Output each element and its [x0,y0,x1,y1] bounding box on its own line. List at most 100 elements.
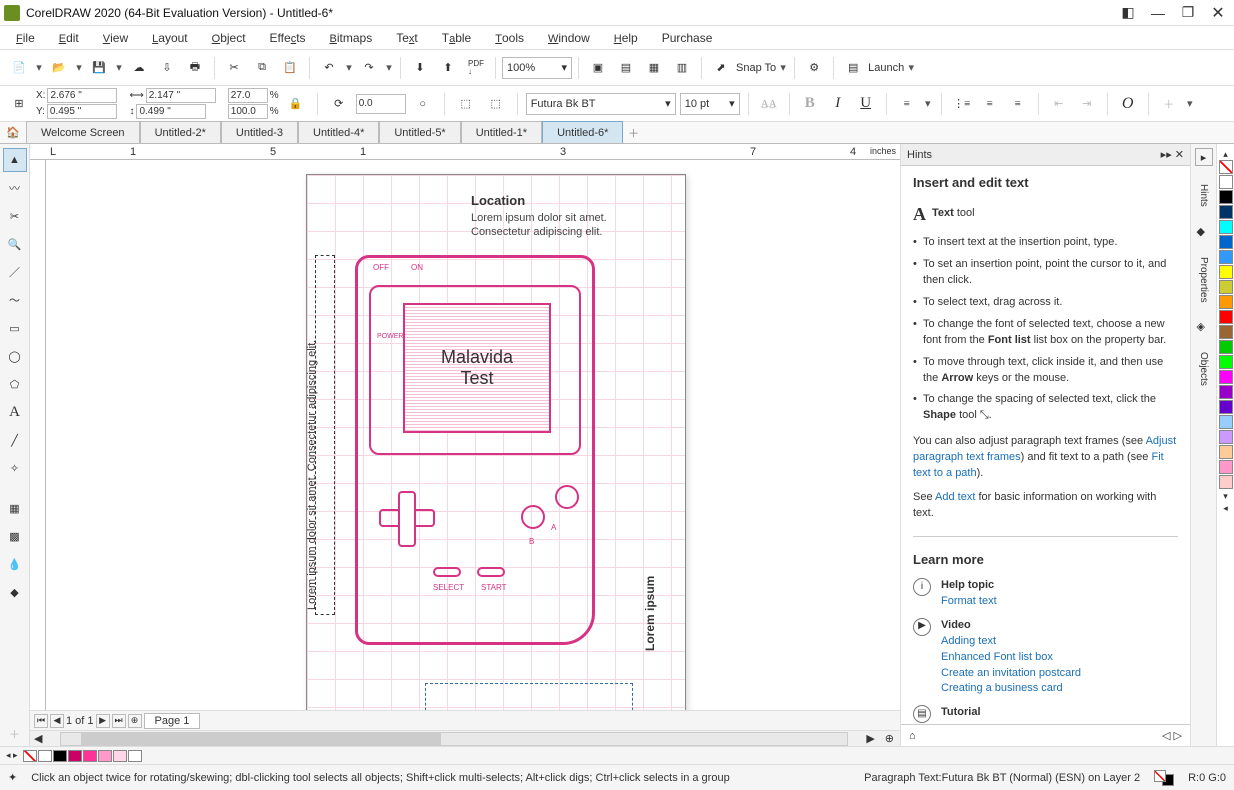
hints-back[interactable]: ◁ [1162,730,1170,742]
opentype-icon[interactable]: O [1116,92,1140,116]
page-last[interactable]: ⏭ [112,714,126,728]
tab-untitled-3[interactable]: Untitled-3 [221,121,298,143]
guides-icon[interactable]: ▥ [669,55,695,81]
outdent-icon[interactable]: ⇤ [1047,92,1071,116]
paste-icon[interactable]: 📋 [277,55,303,81]
cloud-up-icon[interactable]: ☁ [126,55,152,81]
bold-button[interactable]: B [798,92,822,116]
link-video-2[interactable]: Enhanced Font list box [941,651,1053,663]
swatch-17[interactable] [1219,430,1233,444]
effects-tool[interactable]: ✧ [3,456,27,480]
font-size-select[interactable]: 10 pt▾ [680,93,740,115]
palette-down[interactable]: ▾ [1219,490,1233,502]
menu-purchase[interactable]: Purchase [650,29,725,47]
swatch-5[interactable] [1219,250,1233,264]
launch-dd[interactable]: ▾ [906,61,916,74]
page-next[interactable]: ▶ [96,714,110,728]
h-scrollbar[interactable]: ◀ ▶ ⊕ [30,730,900,746]
open-dd[interactable]: ▾ [74,61,84,74]
page-first[interactable]: ⏮ [34,714,48,728]
save-dd[interactable]: ▾ [114,61,124,74]
doc-pal-left[interactable]: ◂ ▸ [6,750,18,761]
menu-text[interactable]: Text [384,29,430,47]
swatch-15[interactable] [1219,400,1233,414]
doc-swatch-2[interactable] [68,750,82,762]
page-add[interactable]: ⊕ [128,714,142,728]
plus-icon[interactable]: ＋ [1157,92,1181,116]
shape-tool[interactable]: 〰 [3,176,27,200]
swatch-10[interactable] [1219,325,1233,339]
swatch-19[interactable] [1219,460,1233,474]
indent-right-icon[interactable]: ⬚ [483,91,509,117]
launch-label[interactable]: Launch [868,62,904,74]
link-format-text[interactable]: Format text [941,595,997,607]
redo-dd[interactable]: ▾ [384,61,394,74]
tab-untitled-5[interactable]: Untitled-5* [379,121,460,143]
menu-object[interactable]: Object [200,29,258,47]
ruler-vertical[interactable] [30,160,46,710]
account-icon[interactable]: ◧ [1116,4,1140,22]
zoom-tool[interactable]: 🔍 [3,232,27,256]
freehand-tool[interactable]: ／ [3,260,27,284]
drawing-canvas[interactable]: Location Lorem ipsum dolor sit amet. Con… [46,160,900,710]
palette-up[interactable]: ▴ [1219,148,1233,160]
cloud-down-icon[interactable]: ⇩ [154,55,180,81]
dock-hints[interactable]: Hints [1196,180,1211,211]
selected-text-frame[interactable] [425,683,633,710]
menu-tools[interactable]: Tools [483,29,536,47]
swatch-4[interactable] [1219,235,1233,249]
new-icon[interactable]: 📄 [6,55,32,81]
polygon-tool[interactable]: ⬠ [3,372,27,396]
menu-file[interactable]: File [4,29,47,47]
x-input[interactable] [47,88,117,103]
swatch-6[interactable] [1219,265,1233,279]
hints-header[interactable]: Hints ▸▸ ✕ [901,144,1190,166]
print-icon[interactable]: 🖶 [182,55,208,81]
sy-input[interactable] [228,104,268,119]
link-add-text[interactable]: Add text [935,491,975,503]
artistic-tool[interactable]: 〜 [3,288,27,312]
menu-window[interactable]: Window [536,29,602,47]
hints-close[interactable]: ✕ [1175,149,1184,161]
swatch-none[interactable] [1219,160,1233,174]
fill-preview[interactable] [1154,770,1174,786]
new-dd[interactable]: ▾ [34,61,44,74]
dock-obj-icon[interactable]: ◈ [1197,320,1211,334]
zoom-select[interactable]: 100%▾ [502,57,572,79]
menu-bitmaps[interactable]: Bitmaps [318,29,385,47]
swatch-7[interactable] [1219,280,1233,294]
ruler-horizontal[interactable]: L 1 5 1 3 7 4 inches [30,144,900,160]
tab-untitled-1[interactable]: Untitled-1* [461,121,542,143]
swatch-11[interactable] [1219,340,1233,354]
fullscreen-icon[interactable]: ▣ [585,55,611,81]
swatch-18[interactable] [1219,445,1233,459]
vertical-text-frame[interactable]: Lorem ipsum dolor sit amet. Consectetur … [315,255,335,615]
open-icon[interactable]: 📂 [46,55,72,81]
palette-more[interactable]: ◂ [1219,502,1233,514]
plus-dd[interactable]: ▾ [1185,97,1195,110]
menu-edit[interactable]: Edit [47,29,91,47]
menu-layout[interactable]: Layout [140,29,199,47]
w-input[interactable] [146,88,216,103]
menu-table[interactable]: Table [430,29,483,47]
swatch-0[interactable] [1219,175,1233,189]
swatch-12[interactable] [1219,355,1233,369]
doc-swatch-4[interactable] [98,750,112,762]
lock-ratio-icon[interactable]: 🔒 [283,91,309,117]
y-input[interactable] [47,104,117,119]
doc-swatch-none[interactable] [23,750,37,762]
tab-untitled-4[interactable]: Untitled-4* [298,121,379,143]
swatch-1[interactable] [1219,190,1233,204]
doc-swatch-5[interactable] [113,750,127,762]
rectangle-tool[interactable]: ▭ [3,316,27,340]
list-bullet-icon[interactable]: ⋮≡ [950,92,974,116]
swatch-20[interactable] [1219,475,1233,489]
menu-effects[interactable]: Effects [258,29,318,47]
link-video-4[interactable]: Creating a business card [941,682,1063,694]
menu-view[interactable]: View [91,29,140,47]
ellipse-tool[interactable]: ◯ [3,344,27,368]
doc-swatch-1[interactable] [53,750,67,762]
redo-icon[interactable]: ↷ [356,55,382,81]
swatch-8[interactable] [1219,295,1233,309]
eyedropper-tool[interactable]: 💧 [3,552,27,576]
